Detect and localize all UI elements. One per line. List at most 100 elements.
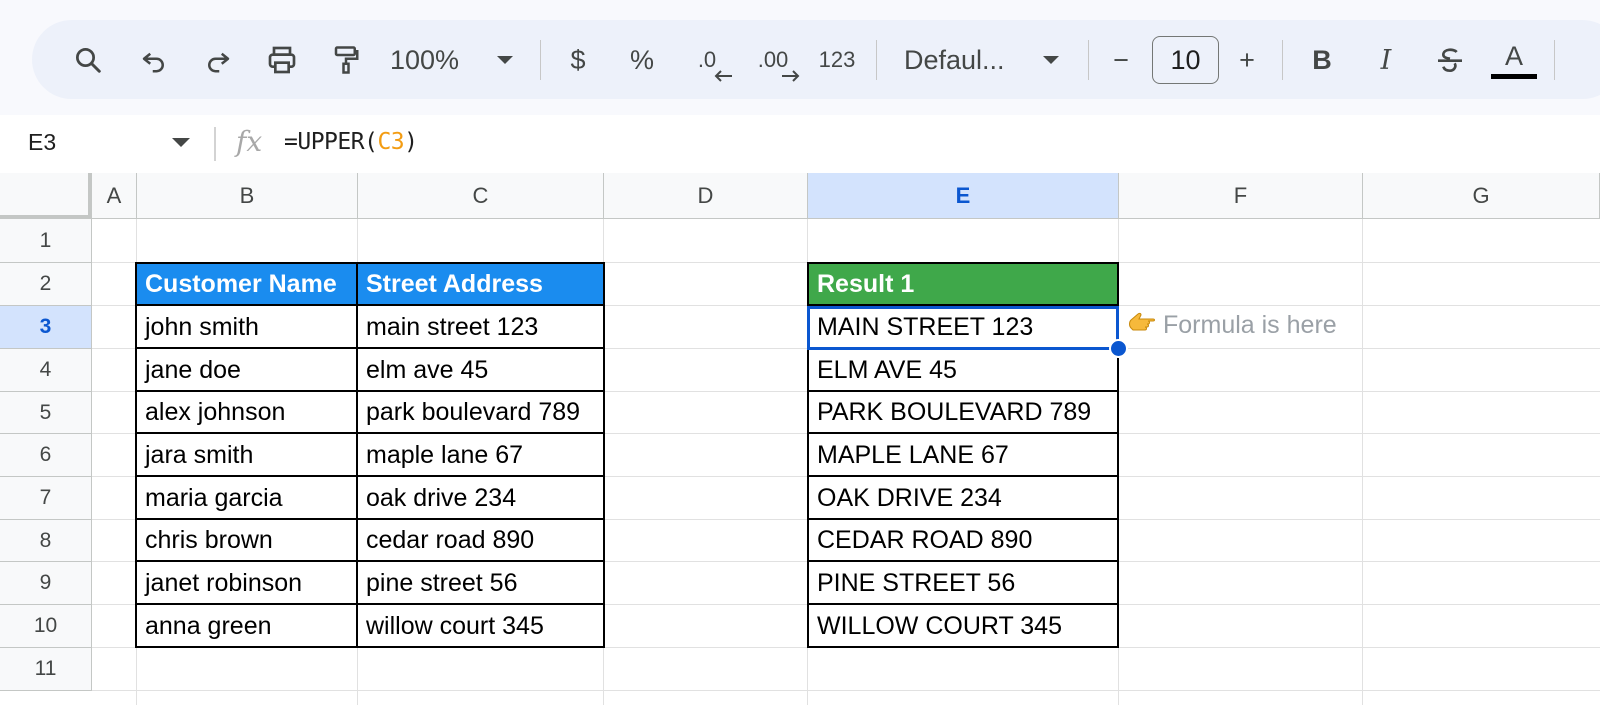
row-header-7[interactable]: 7 [0,477,92,520]
chevron-down-icon[interactable] [172,138,190,147]
table-cell[interactable]: cedar road 890 [358,520,605,562]
grid-line [1362,219,1363,705]
formula-reference: C3 [377,129,405,155]
undo-icon[interactable] [134,40,174,80]
column-header-c[interactable]: C [358,173,604,219]
column-header-e[interactable]: E [808,173,1119,219]
formula-suffix: ) [404,129,418,155]
table-cell[interactable]: park boulevard 789 [358,392,605,434]
strikethrough-icon[interactable] [1432,40,1468,80]
row-header-3[interactable]: 3 [0,306,92,349]
table-cell[interactable]: john smith [135,306,358,349]
row-header-11[interactable]: 11 [0,648,92,691]
table-cell[interactable]: jane doe [135,349,358,392]
toolbar-divider [1554,40,1555,80]
row-header-6[interactable]: 6 [0,434,92,477]
fill-handle[interactable] [1109,339,1128,358]
row-header-2[interactable]: 2 [0,263,92,306]
table-cell[interactable]: janet robinson [135,562,358,605]
toolbar-divider [1088,40,1089,80]
table-cell[interactable]: alex johnson [135,392,358,434]
table-cell[interactable]: willow court 345 [358,605,605,648]
column-header-d[interactable]: D [604,173,808,219]
text-color-icon: A [1504,40,1523,71]
row-header-9[interactable]: 9 [0,562,92,605]
italic-icon: I [1380,44,1392,76]
column-header-a[interactable]: A [92,173,137,219]
increase-decimal-icon: .00 [758,47,800,82]
table-cell[interactable]: maria garcia [135,477,358,520]
table-cell[interactable]: pine street 56 [358,562,605,605]
table-cell[interactable]: jara smith [135,434,358,477]
column-header-f[interactable]: F [1119,173,1363,219]
decrease-font-size-button[interactable]: − [1106,40,1136,80]
result-cell[interactable]: MAPLE LANE 67 [807,434,1119,477]
more-formats-label: 123 [818,47,856,72]
toolbar-divider [876,40,877,80]
print-icon[interactable] [262,40,302,80]
minus-icon: − [1113,44,1129,75]
result-cell[interactable]: PARK BOULEVARD 789 [807,392,1119,434]
formula-bar-divider [214,127,216,161]
italic-button[interactable]: I [1368,40,1404,80]
table-cell[interactable]: chris brown [135,520,358,562]
redo-icon[interactable] [198,40,238,80]
toolbar: 100% $ % .0 .00 123 Defaul... − 10 + B I… [32,20,1600,99]
paint-format-icon[interactable] [326,40,366,80]
chevron-down-icon[interactable] [492,40,518,80]
formula-note-text: Formula is here [1163,311,1337,339]
chevron-down-icon[interactable] [1038,40,1064,80]
fx-icon: fx [236,125,263,158]
table-cell[interactable]: elm ave 45 [358,349,605,392]
result-cell[interactable]: WILLOW COURT 345 [807,605,1119,648]
table-header-cell[interactable]: Street Address [358,262,605,306]
currency-format-button[interactable]: $ [560,40,596,80]
search-icon[interactable] [68,40,108,80]
bold-icon: B [1312,44,1332,75]
font-family-select[interactable]: Defaul... [904,40,1024,80]
toolbar-divider [1282,40,1283,80]
table-header-cell[interactable]: Customer Name [135,262,358,306]
spreadsheet-grid: A B C D E F G 1 2 3 4 5 6 7 8 9 10 11 Cu… [0,173,1600,705]
result-cell[interactable]: PINE STREET 56 [807,562,1119,605]
formula-bar: E3 fx =UPPER(C3) [0,115,1600,173]
table-cell[interactable]: oak drive 234 [358,477,605,520]
row-header-1[interactable]: 1 [0,219,92,263]
active-cell-selection[interactable] [807,306,1119,350]
text-color-swatch [1491,73,1537,79]
column-header-b[interactable]: B [137,173,358,219]
zoom-select[interactable]: 100% [390,40,480,80]
result-cell[interactable]: CEDAR ROAD 890 [807,520,1119,562]
percent-label: % [629,44,654,75]
result-header-cell[interactable]: Result 1 [807,262,1119,306]
bold-button[interactable]: B [1304,40,1340,80]
name-box[interactable]: E3 [28,129,56,156]
formula-note: Formula is here [1125,311,1337,340]
toolbar-divider [540,40,541,80]
more-formats-button[interactable]: 123 [812,40,862,80]
percent-format-button[interactable]: % [624,40,660,80]
formula-input[interactable]: =UPPER(C3) [284,129,418,155]
plus-icon: + [1239,44,1255,75]
select-all-corner[interactable] [0,173,92,219]
font-family-value: Defaul... [904,44,1005,75]
table-cell[interactable]: main street 123 [358,306,605,349]
increase-decimal-button[interactable]: .00 [748,40,800,82]
result-cell[interactable]: OAK DRIVE 234 [807,477,1119,520]
decrease-decimal-icon: .0 [698,47,732,82]
row-header-5[interactable]: 5 [0,392,92,434]
result-cell[interactable]: ELM AVE 45 [807,349,1119,392]
pointing-hand-icon [1125,311,1155,340]
column-header-g[interactable]: G [1363,173,1600,219]
table-cell[interactable]: anna green [135,605,358,648]
text-color-button[interactable]: A [1490,40,1538,80]
row-header-10[interactable]: 10 [0,605,92,648]
font-size-input[interactable]: 10 [1152,36,1219,84]
decrease-decimal-button[interactable]: .0 [682,40,732,82]
row-header-8[interactable]: 8 [0,520,92,562]
row-header-4[interactable]: 4 [0,349,92,392]
table-cell[interactable]: maple lane 67 [358,434,605,477]
grid-line [92,690,1600,691]
currency-label: $ [570,44,586,75]
increase-font-size-button[interactable]: + [1232,40,1262,80]
